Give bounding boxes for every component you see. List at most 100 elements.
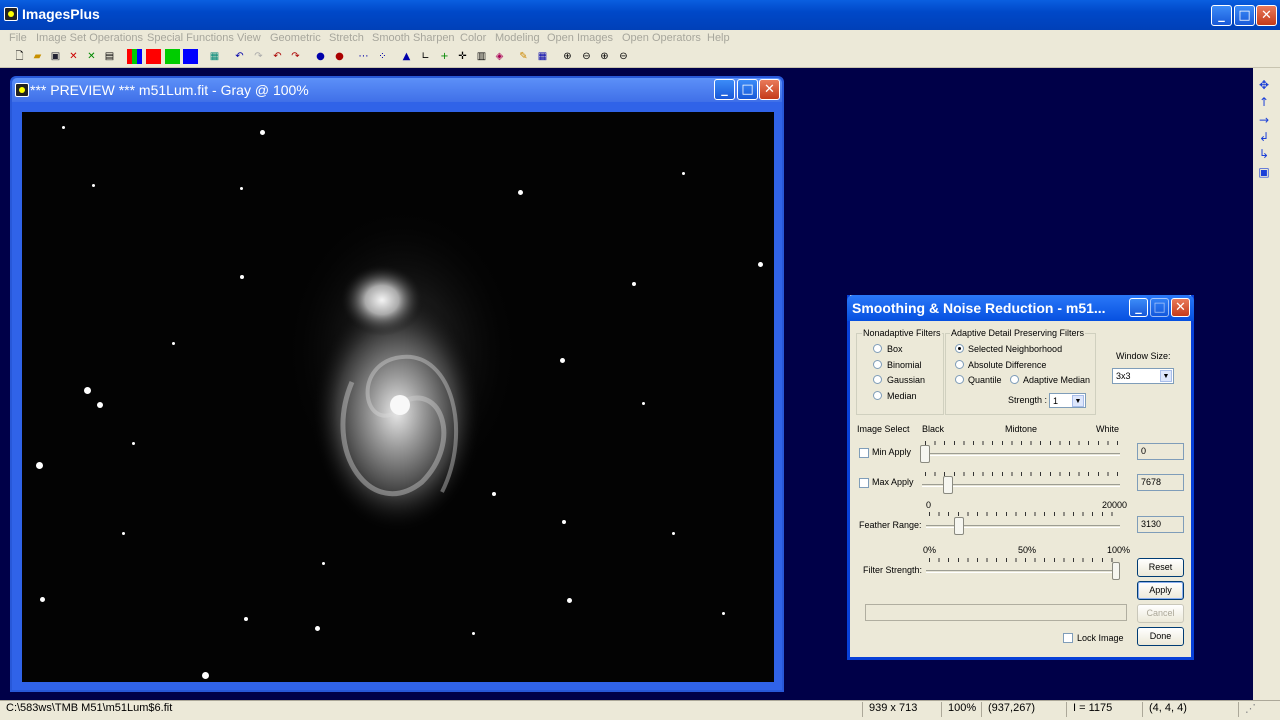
- menu-file[interactable]: File: [9, 32, 27, 44]
- apply-button[interactable]: Apply: [1137, 581, 1184, 600]
- menu-open-images[interactable]: Open Images: [547, 32, 613, 44]
- feather-range-label: Feather Range:: [859, 520, 922, 530]
- circle-select-icon[interactable]: ●: [313, 49, 328, 64]
- feather-slider-thumb[interactable]: [954, 517, 964, 535]
- menu-geometric[interactable]: Geometric: [270, 32, 321, 44]
- preview-minimize-button[interactable]: _: [714, 79, 735, 100]
- undo-icon[interactable]: ↶: [232, 49, 247, 64]
- curve-icon[interactable]: ∟: [418, 49, 433, 64]
- arrow-up-icon[interactable]: ↑: [1257, 95, 1271, 109]
- done-button[interactable]: Done: [1137, 627, 1184, 646]
- resize-grip-icon[interactable]: ⋰: [1238, 702, 1278, 717]
- zoom-actual-icon[interactable]: ⊖: [616, 49, 631, 64]
- dots-icon[interactable]: ⋯: [356, 49, 371, 64]
- redo-icon[interactable]: ↷: [251, 49, 266, 64]
- crosshair-icon[interactable]: +: [437, 49, 452, 64]
- max-apply-checkbox[interactable]: [859, 478, 869, 488]
- menu-image-set-operations[interactable]: Image Set Operations: [36, 32, 143, 44]
- close-button[interactable]: ✕: [1256, 5, 1277, 26]
- strength-select[interactable]: 1 ▼: [1049, 393, 1086, 408]
- menu-help[interactable]: Help: [707, 32, 730, 44]
- zoom-in-icon[interactable]: ⊕: [560, 49, 575, 64]
- table-icon[interactable]: ▦: [535, 49, 550, 64]
- menu-smooth-sharpen[interactable]: Smooth Sharpen: [372, 32, 455, 44]
- preview-title: *** PREVIEW *** m51Lum.fit - Gray @ 100%: [30, 82, 309, 98]
- circle-select-2-icon[interactable]: ●: [332, 49, 347, 64]
- histogram-icon[interactable]: ▲: [399, 49, 414, 64]
- window-size-select[interactable]: 3x3 ▼: [1112, 368, 1174, 384]
- palette-icon[interactable]: ◈: [492, 49, 507, 64]
- menu-modeling[interactable]: Modeling: [495, 32, 540, 44]
- menu-view[interactable]: View: [237, 32, 261, 44]
- open-icon[interactable]: ▰: [30, 49, 45, 64]
- move-icon[interactable]: ✥: [1257, 78, 1271, 92]
- menu-color[interactable]: Color: [460, 32, 486, 44]
- galaxy-image[interactable]: [22, 112, 774, 682]
- min-apply-checkbox[interactable]: [859, 448, 869, 458]
- delete-icon[interactable]: ✕: [66, 49, 81, 64]
- grid-icon[interactable]: ▦: [207, 49, 222, 64]
- zoom-fit-icon[interactable]: ⊕: [597, 49, 612, 64]
- print-icon[interactable]: ▤: [102, 49, 117, 64]
- strength-slider-thumb[interactable]: [1112, 562, 1120, 580]
- radio-absolute-difference[interactable]: [955, 360, 964, 369]
- lock-image-checkbox[interactable]: [1063, 633, 1073, 643]
- min-slider-thumb[interactable]: [920, 445, 930, 463]
- arrow-right-icon[interactable]: →: [1257, 113, 1271, 127]
- pct-0-label: 0%: [923, 545, 937, 555]
- radio-gaussian[interactable]: [873, 375, 882, 384]
- close-image-icon[interactable]: ✕: [84, 49, 99, 64]
- radio-gaussian-label: Gaussian: [887, 375, 926, 385]
- dialog-maximize-button[interactable]: □: [1150, 298, 1169, 317]
- arrow-down-return-icon[interactable]: ↳: [1257, 147, 1271, 161]
- dialog-minimize-button[interactable]: _: [1129, 298, 1148, 317]
- target-icon[interactable]: ✛: [455, 49, 470, 64]
- radio-adaptive-median-label: Adaptive Median: [1023, 375, 1091, 385]
- dialog-close-button[interactable]: ✕: [1171, 298, 1190, 317]
- blue-channel-icon[interactable]: [183, 49, 198, 64]
- right-toolbar: [1253, 68, 1280, 700]
- radio-box[interactable]: [873, 344, 882, 353]
- preview-maximize-button[interactable]: □: [737, 79, 758, 100]
- preview-close-button[interactable]: ✕: [759, 79, 780, 100]
- arrow-return-icon[interactable]: ↲: [1257, 130, 1271, 144]
- menu-bar: File Image Set Operations Special Functi…: [0, 30, 1280, 46]
- radio-selected-neighborhood[interactable]: [955, 344, 964, 353]
- calculator-icon[interactable]: ▥: [474, 49, 489, 64]
- save-icon[interactable]: ▣: [48, 49, 63, 64]
- new-icon[interactable]: 🗋: [12, 49, 27, 64]
- reset-button[interactable]: Reset: [1137, 558, 1184, 577]
- redo-all-icon[interactable]: ↷: [288, 49, 303, 64]
- points-icon[interactable]: ⁘: [375, 49, 390, 64]
- zoom-out-icon[interactable]: ⊖: [579, 49, 594, 64]
- app-icon[interactable]: [4, 7, 18, 21]
- status-dims: 939 x 713: [862, 702, 940, 717]
- rgb-icon[interactable]: [127, 49, 142, 64]
- menu-stretch[interactable]: Stretch: [329, 32, 364, 44]
- menu-open-operators[interactable]: Open Operators: [622, 32, 701, 44]
- min-slider-track[interactable]: [922, 453, 1120, 456]
- red-channel-icon[interactable]: [146, 49, 161, 64]
- feather-ticks: [929, 512, 1119, 516]
- green-channel-icon[interactable]: [165, 49, 180, 64]
- radio-binomial[interactable]: [873, 360, 882, 369]
- maximize-button[interactable]: □: [1234, 5, 1255, 26]
- lock-image-label: Lock Image: [1077, 633, 1124, 643]
- pencil-icon[interactable]: ✎: [516, 49, 531, 64]
- max-value-field[interactable]: 7678: [1137, 474, 1184, 491]
- preview-app-icon[interactable]: [15, 83, 29, 97]
- min-value-field[interactable]: 0: [1137, 443, 1184, 460]
- undo-all-icon[interactable]: ↶: [270, 49, 285, 64]
- cancel-button[interactable]: Cancel: [1137, 604, 1184, 623]
- dialog-title-bar: Smoothing & Noise Reduction - m51... _ □…: [847, 295, 1194, 321]
- feather-value-field[interactable]: 3130: [1137, 516, 1184, 533]
- galaxy-graphic: [282, 202, 522, 532]
- minimize-button[interactable]: _: [1211, 5, 1232, 26]
- strength-slider-track[interactable]: [926, 570, 1120, 573]
- radio-adaptive-median[interactable]: [1010, 375, 1019, 384]
- window-icon[interactable]: ▣: [1257, 165, 1271, 179]
- max-slider-thumb[interactable]: [943, 476, 953, 494]
- radio-quantile[interactable]: [955, 375, 964, 384]
- radio-median[interactable]: [873, 391, 882, 400]
- menu-special-functions[interactable]: Special Functions: [147, 32, 234, 44]
